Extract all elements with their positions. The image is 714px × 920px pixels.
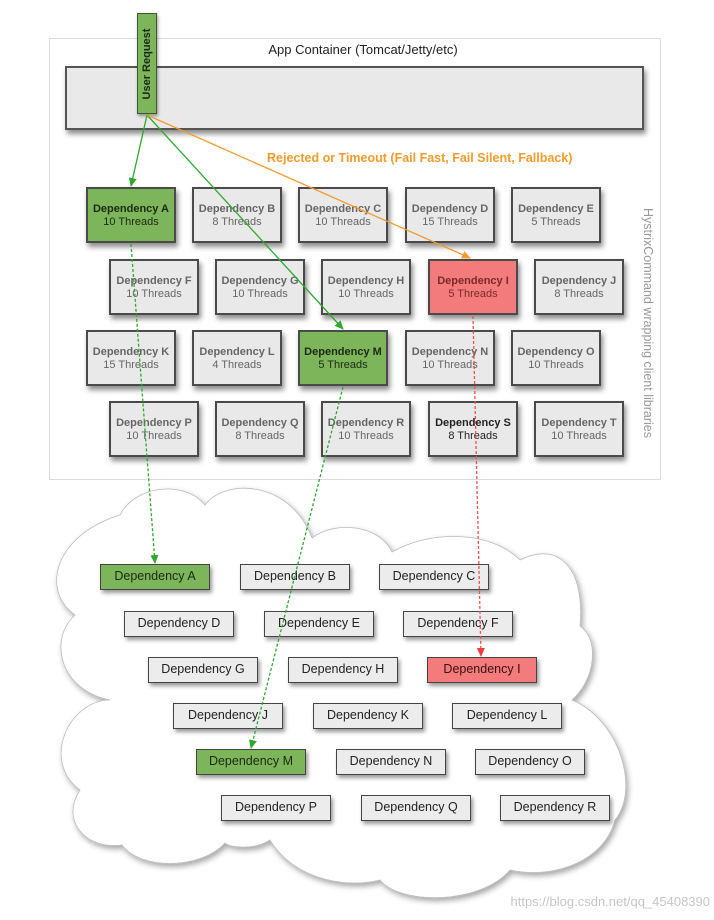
hystrix-command-a: Dependency A 10 Threads <box>86 187 176 243</box>
hystrix-command-t: Dependency T 10 Threads <box>534 401 624 457</box>
remote-dependency-f: Dependency F <box>403 611 513 637</box>
dependency-name: Dependency P <box>116 417 192 429</box>
dependency-name: Dependency S <box>435 417 511 429</box>
dependency-name: Dependency N <box>411 346 489 358</box>
thread-count: 15 Threads <box>103 359 159 371</box>
app-container-title: App Container (Tomcat/Jetty/etc) <box>268 42 458 57</box>
dependency-name: Dependency F <box>116 275 192 287</box>
dependency-name: Dependency M <box>304 346 382 358</box>
hystrix-command-h: Dependency H 10 Threads <box>321 259 411 315</box>
dependency-name: Dependency H <box>327 275 405 287</box>
dependency-name: Dependency O <box>517 346 595 358</box>
thread-count: 5 Threads <box>531 216 581 228</box>
remote-dependency-i: Dependency I <box>427 657 537 683</box>
dependency-name: Dependency E <box>518 203 594 215</box>
hystrix-command-label-text: HystrixCommand wrapping client libraries <box>641 208 655 438</box>
remote-dependency-c: Dependency C <box>379 564 489 590</box>
thread-count: 8 Threads <box>235 430 285 442</box>
dependency-name: Dependency D <box>411 203 489 215</box>
dependency-name: Dependency Q <box>221 417 299 429</box>
remote-dependency-m: Dependency M <box>196 749 306 775</box>
remote-dependency-h: Dependency H <box>288 657 398 683</box>
dependency-name: Dependency K <box>92 346 170 358</box>
remote-dependency-n: Dependency N <box>336 749 446 775</box>
hystrix-command-i: Dependency I5 Threads <box>428 259 518 315</box>
cloud-shape <box>56 487 627 899</box>
hystrix-diagram: App Container (Tomcat/Jetty/etc) Rejecte… <box>0 0 714 920</box>
dependency-name: Dependency B <box>198 203 276 215</box>
thread-count: 8 Threads <box>212 216 262 228</box>
remote-dependency-o: Dependency O <box>475 749 585 775</box>
hystrix-command-f: Dependency F 10 Threads <box>109 259 199 315</box>
dependency-name: Dependency J <box>541 275 617 287</box>
hystrix-command-r: Dependency R 10 Threads <box>321 401 411 457</box>
thread-count: 8 Threads <box>554 288 604 300</box>
user-request-label: User Request <box>141 28 153 99</box>
thread-count: 5 Threads <box>448 288 498 300</box>
thread-count: 10 Threads <box>126 288 182 300</box>
dependency-name: Dependency T <box>541 417 617 429</box>
dependency-name: Dependency I <box>437 275 509 287</box>
watermark: https://blog.csdn.net/qq_45408390 <box>510 894 711 909</box>
thread-count: 10 Threads <box>422 359 478 371</box>
dependency-name: Dependency G <box>221 275 299 287</box>
hystrix-command-m: Dependency M5 Threads <box>298 330 388 386</box>
hystrix-command-s: Dependency S8 Threads <box>428 401 518 457</box>
remote-dependency-p: Dependency P <box>221 795 331 821</box>
hystrix-command-k: Dependency K 15 Threads <box>86 330 176 386</box>
remote-dependency-q: Dependency Q <box>361 795 471 821</box>
thread-count: 10 Threads <box>551 430 607 442</box>
thread-count: 10 Threads <box>338 288 394 300</box>
hystrix-command-q: Dependency Q8 Threads <box>215 401 305 457</box>
rejected-timeout-label: Rejected or Timeout (Fail Fast, Fail Sil… <box>267 151 573 165</box>
hystrix-command-j: Dependency J8 Threads <box>534 259 624 315</box>
thread-count: 4 Threads <box>212 359 262 371</box>
remote-dependency-l: Dependency L <box>452 703 562 729</box>
remote-dependency-k: Dependency K <box>313 703 423 729</box>
remote-dependency-d: Dependency D <box>124 611 234 637</box>
remote-dependency-j: Dependency J <box>173 703 283 729</box>
hystrix-command-e: Dependency E5 Threads <box>511 187 601 243</box>
thread-count: 8 Threads <box>448 430 498 442</box>
thread-count: 5 Threads <box>318 359 368 371</box>
hystrix-command-d: Dependency D 15 Threads <box>405 187 495 243</box>
user-request-box: User Request <box>137 13 157 114</box>
hystrix-command-n: Dependency N 10 Threads <box>405 330 495 386</box>
thread-count: 10 Threads <box>528 359 584 371</box>
hystrix-command-p: Dependency P 10 Threads <box>109 401 199 457</box>
dependency-name: Dependency R <box>327 417 405 429</box>
remote-dependency-r: Dependency R <box>500 795 610 821</box>
hystrix-command-c: Dependency C 10 Threads <box>298 187 388 243</box>
dependency-name: Dependency L <box>199 346 275 358</box>
thread-count: 10 Threads <box>338 430 394 442</box>
dependency-name: Dependency C <box>304 203 382 215</box>
thread-count: 10 Threads <box>126 430 182 442</box>
remote-dependency-g: Dependency G <box>148 657 258 683</box>
hystrix-command-o: Dependency O 10 Threads <box>511 330 601 386</box>
hystrix-command-g: Dependency G 10 Threads <box>215 259 305 315</box>
thread-count: 10 Threads <box>232 288 288 300</box>
dependency-name: Dependency A <box>92 203 169 215</box>
hystrix-command-label: HystrixCommand wrapping client libraries <box>640 200 656 446</box>
hystrix-command-l: Dependency L4 Threads <box>192 330 282 386</box>
thread-count: 15 Threads <box>422 216 478 228</box>
remote-dependency-a: Dependency A <box>100 564 210 590</box>
remote-dependency-b: Dependency B <box>240 564 350 590</box>
thread-count: 10 Threads <box>315 216 371 228</box>
thread-count: 10 Threads <box>103 216 159 228</box>
hystrix-command-b: Dependency B8 Threads <box>192 187 282 243</box>
remote-dependency-e: Dependency E <box>264 611 374 637</box>
